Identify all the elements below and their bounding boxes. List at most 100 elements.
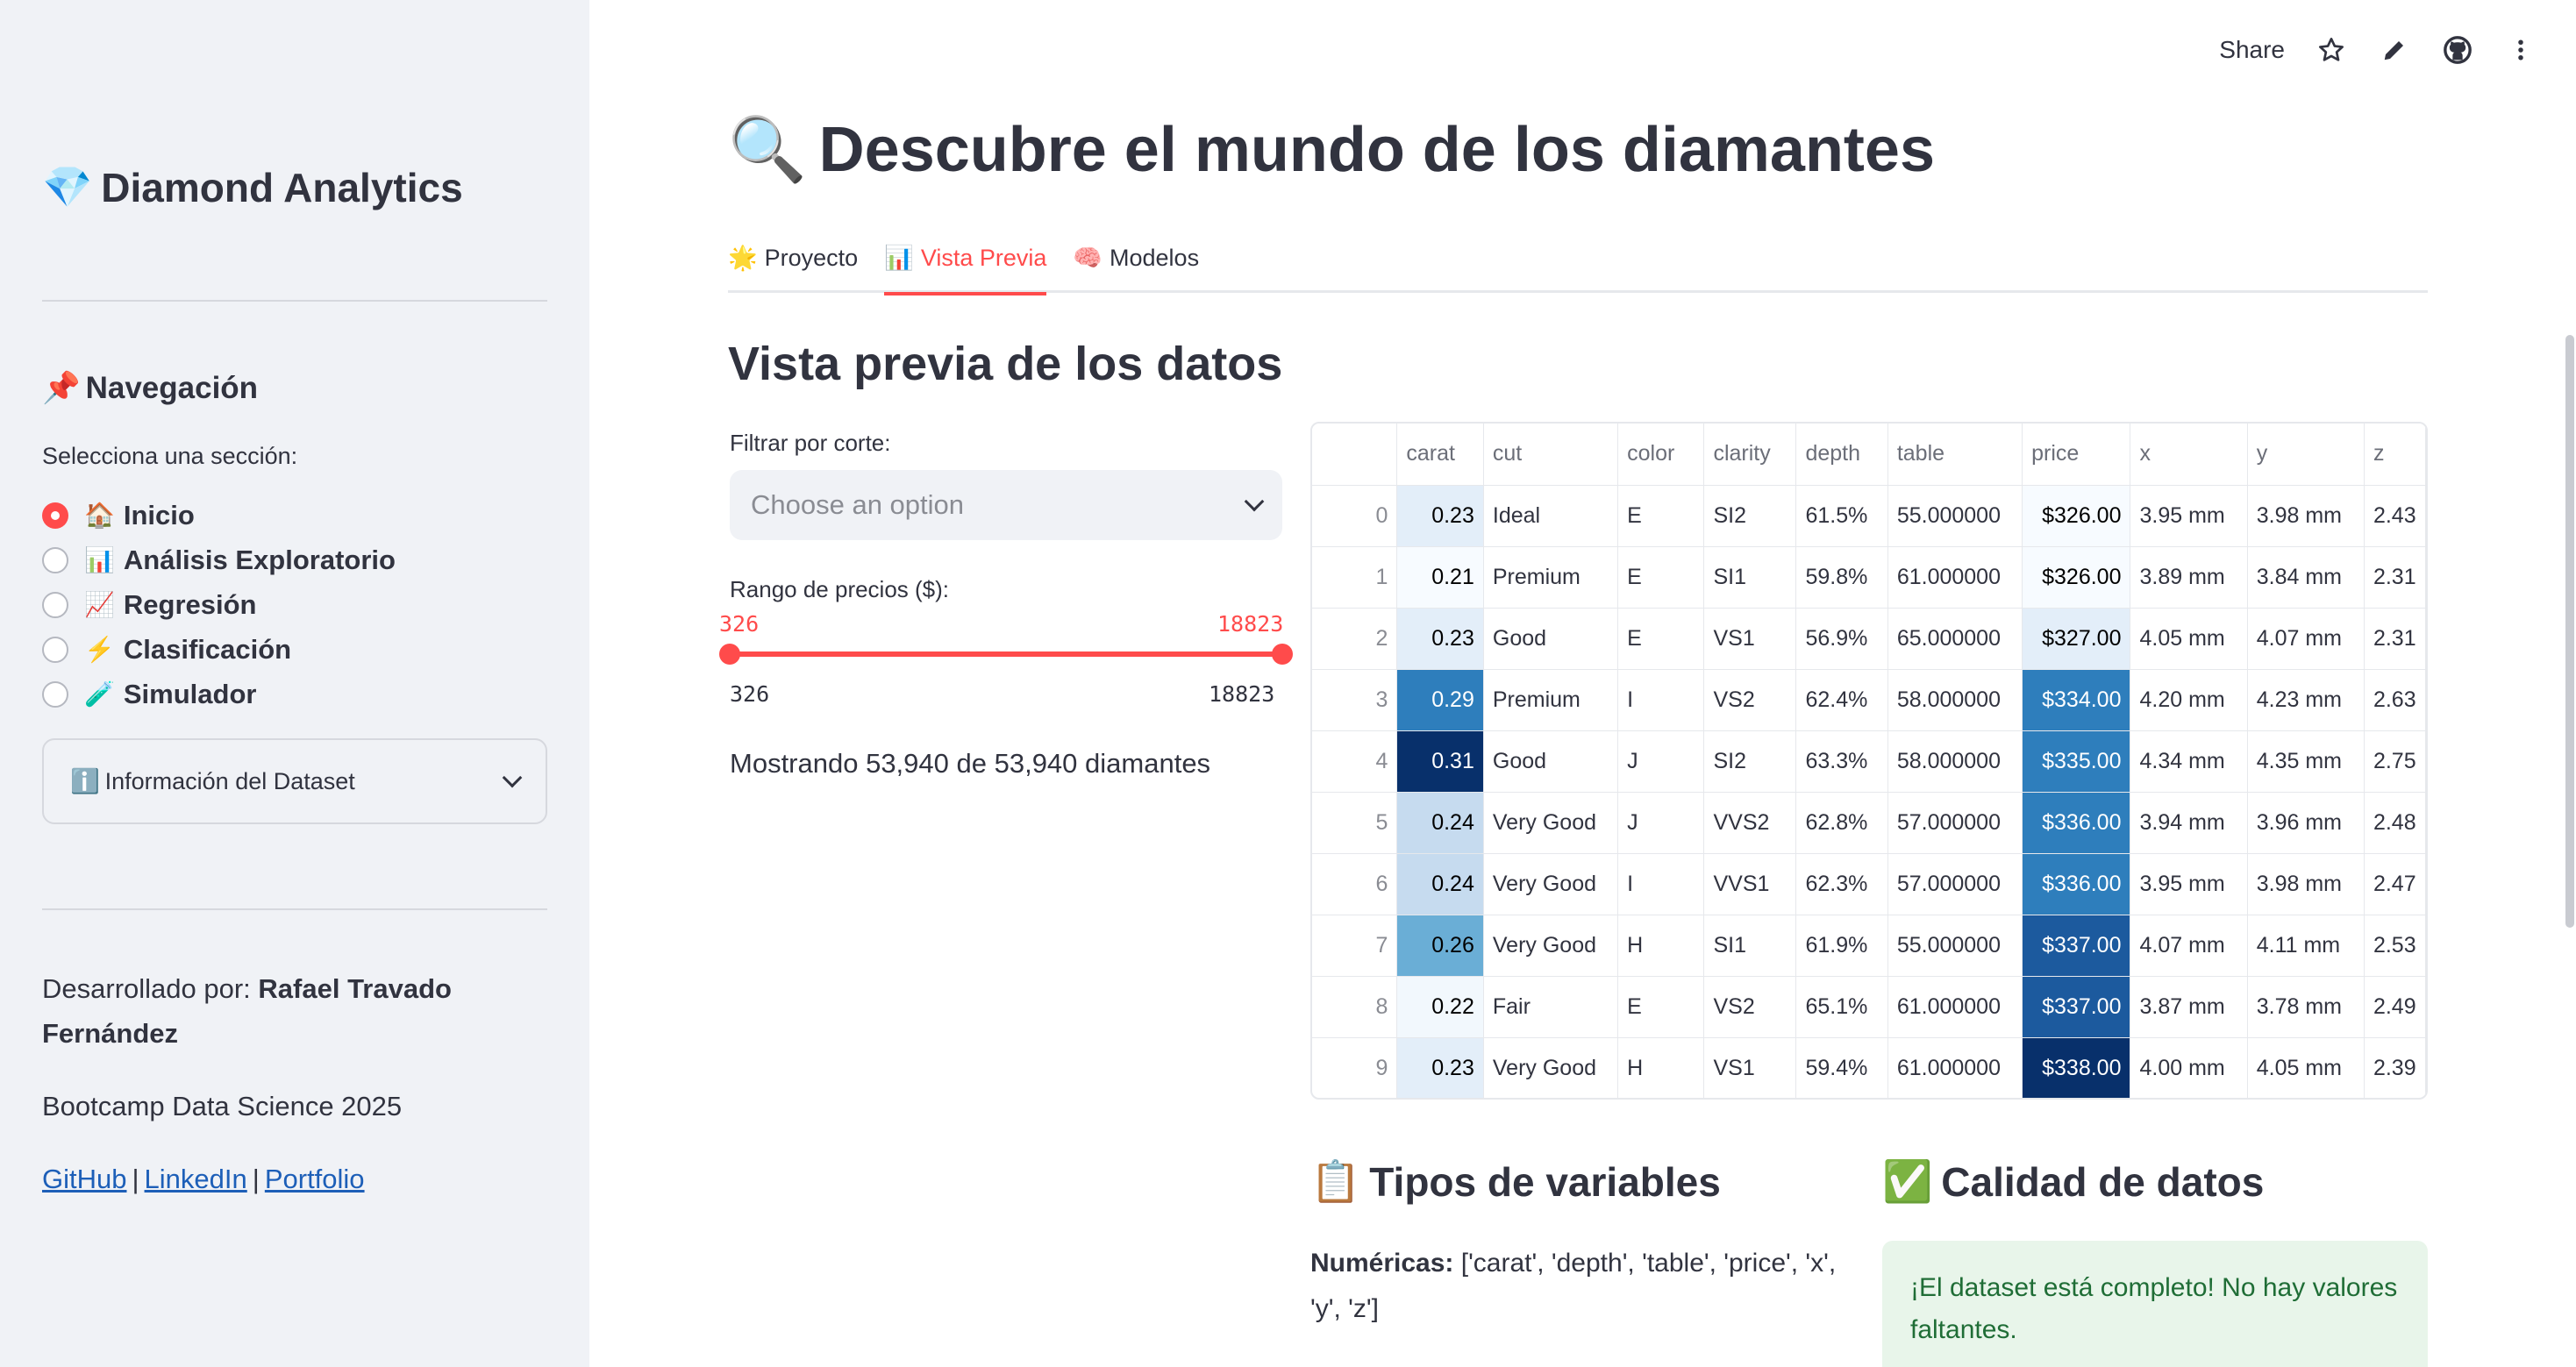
table-cell[interactable]: 0.31 [1396, 730, 1484, 793]
column-header[interactable]: y [2247, 424, 2365, 486]
table-cell[interactable]: H [1617, 1037, 1705, 1098]
row-index[interactable]: 3 [1312, 669, 1398, 731]
radio-option[interactable]: 📊 Análisis Exploratorio [42, 538, 396, 582]
radio-option[interactable]: ⚡ Clasificación [42, 627, 396, 672]
pencil-icon[interactable] [2378, 33, 2411, 67]
table-cell[interactable]: 65.1% [1795, 976, 1888, 1038]
row-index[interactable]: 5 [1312, 792, 1398, 854]
table-cell[interactable]: Very Good [1483, 853, 1619, 915]
radio-circle-icon[interactable] [42, 591, 68, 618]
table-cell[interactable]: 2.63 [2364, 669, 2426, 731]
table-cell[interactable]: 62.8% [1795, 792, 1888, 854]
table-cell[interactable]: 55.000000 [1887, 915, 2023, 977]
table-cell[interactable]: $338.00 [2022, 1037, 2131, 1098]
table-row[interactable]: 3 0.29 Premium I VS2 62.4% 58.000000 $334.00 4.2… [1312, 669, 2426, 731]
table-cell[interactable]: 4.00 mm [2130, 1037, 2248, 1098]
row-index[interactable]: 4 [1312, 730, 1398, 793]
table-row[interactable]: 9 0.23 Very Good H VS1 59.4% 61.000000 $338.00 4… [1312, 1037, 2426, 1098]
table-cell[interactable]: $336.00 [2022, 853, 2131, 915]
table-cell[interactable]: $326.00 [2022, 546, 2131, 609]
github-link[interactable]: GitHub [42, 1164, 126, 1194]
radio-option[interactable]: 🏠 Inicio [42, 493, 396, 538]
radio-circle-icon[interactable] [42, 546, 68, 573]
portfolio-link[interactable]: Portfolio [265, 1164, 365, 1194]
table-cell[interactable]: E [1617, 546, 1705, 609]
share-button[interactable]: Share [2219, 36, 2285, 64]
column-header[interactable]: cut [1483, 424, 1619, 486]
table-cell[interactable]: VVS2 [1703, 792, 1797, 854]
table-cell[interactable]: 4.05 mm [2130, 608, 2248, 670]
table-cell[interactable]: 56.9% [1795, 608, 1888, 670]
table-row[interactable]: 6 0.24 Very Good I VVS1 62.3% 57.000000 $336.00… [1312, 853, 2426, 915]
table-cell[interactable]: 61.9% [1795, 915, 1888, 977]
table-row[interactable]: 7 0.26 Very Good H SI1 61.9% 55.000000 $337.00 4… [1312, 915, 2426, 977]
radio-circle-icon[interactable] [42, 680, 68, 708]
table-cell[interactable]: 2.53 [2364, 915, 2426, 977]
table-cell[interactable]: $336.00 [2022, 792, 2131, 854]
table-cell[interactable]: 0.23 [1396, 608, 1484, 670]
table-cell[interactable]: 4.07 mm [2247, 608, 2365, 670]
radio-option[interactable]: 📈 Regresión [42, 582, 396, 627]
table-cell[interactable]: 59.8% [1795, 546, 1888, 609]
tab-proyecto[interactable]: 🌟 Proyecto [728, 235, 858, 293]
table-cell[interactable]: 0.26 [1396, 915, 1484, 977]
row-index[interactable]: 8 [1312, 976, 1398, 1038]
table-cell[interactable]: 57.000000 [1887, 792, 2023, 854]
tab-modelos[interactable]: 🧠 Modelos [1073, 235, 1199, 293]
table-cell[interactable]: SI2 [1703, 730, 1797, 793]
table-cell[interactable]: 0.22 [1396, 976, 1484, 1038]
table-cell[interactable]: $326.00 [2022, 485, 2131, 547]
scrollbar[interactable] [2565, 335, 2574, 928]
table-cell[interactable]: SI1 [1703, 915, 1797, 977]
table-cell[interactable]: 3.98 mm [2247, 853, 2365, 915]
table-cell[interactable]: E [1617, 485, 1705, 547]
table-cell[interactable]: SI1 [1703, 546, 1797, 609]
table-cell[interactable]: Fair [1483, 976, 1619, 1038]
table-cell[interactable]: 62.3% [1795, 853, 1888, 915]
table-cell[interactable]: H [1617, 915, 1705, 977]
table-cell[interactable]: 3.84 mm [2247, 546, 2365, 609]
column-header[interactable]: x [2130, 424, 2248, 486]
table-cell[interactable]: 62.4% [1795, 669, 1888, 731]
column-header[interactable]: z [2364, 424, 2426, 486]
table-cell[interactable]: 61.000000 [1887, 976, 2023, 1038]
price-range-slider[interactable] [730, 651, 1282, 657]
table-row[interactable]: 1 0.21 Premium E SI1 59.8% 61.000000 $326.00 3.8… [1312, 546, 2426, 609]
table-cell[interactable]: 0.23 [1396, 485, 1484, 547]
row-index[interactable]: 9 [1312, 1037, 1398, 1098]
table-cell[interactable]: 3.89 mm [2130, 546, 2248, 609]
tab-vista-previa[interactable]: 📊 Vista Previa [884, 235, 1047, 295]
table-cell[interactable]: Premium [1483, 546, 1619, 609]
star-icon[interactable] [2315, 33, 2348, 67]
slider-low-handle[interactable] [719, 644, 740, 665]
table-cell[interactable]: SI2 [1703, 485, 1797, 547]
column-header[interactable] [1312, 424, 1398, 486]
dataset-info-expander[interactable]: ℹ️ Información del Dataset [42, 738, 547, 824]
table-cell[interactable]: 3.94 mm [2130, 792, 2248, 854]
table-cell[interactable]: Ideal [1483, 485, 1619, 547]
table-row[interactable]: 5 0.24 Very Good J VVS2 62.8% 57.000000 $336.00… [1312, 792, 2426, 854]
table-cell[interactable]: I [1617, 669, 1705, 731]
table-cell[interactable]: VS2 [1703, 669, 1797, 731]
row-index[interactable]: 2 [1312, 608, 1398, 670]
table-cell[interactable]: 2.75 [2364, 730, 2426, 793]
table-cell[interactable]: 3.87 mm [2130, 976, 2248, 1038]
table-cell[interactable]: 61.000000 [1887, 1037, 2023, 1098]
table-cell[interactable]: VS1 [1703, 1037, 1797, 1098]
github-icon[interactable] [2441, 33, 2474, 67]
table-cell[interactable]: 0.29 [1396, 669, 1484, 731]
table-cell[interactable]: 4.35 mm [2247, 730, 2365, 793]
table-cell[interactable]: 3.95 mm [2130, 853, 2248, 915]
table-cell[interactable]: 4.11 mm [2247, 915, 2365, 977]
table-cell[interactable]: 61.000000 [1887, 546, 2023, 609]
table-cell[interactable]: $337.00 [2022, 976, 2131, 1038]
table-cell[interactable]: 57.000000 [1887, 853, 2023, 915]
column-header[interactable]: clarity [1703, 424, 1797, 486]
table-cell[interactable]: 2.31 [2364, 546, 2426, 609]
table-cell[interactable]: VS1 [1703, 608, 1797, 670]
table-cell[interactable]: Very Good [1483, 792, 1619, 854]
table-cell[interactable]: 0.21 [1396, 546, 1484, 609]
row-index[interactable]: 6 [1312, 853, 1398, 915]
table-cell[interactable]: J [1617, 792, 1705, 854]
table-cell[interactable]: 0.24 [1396, 792, 1484, 854]
